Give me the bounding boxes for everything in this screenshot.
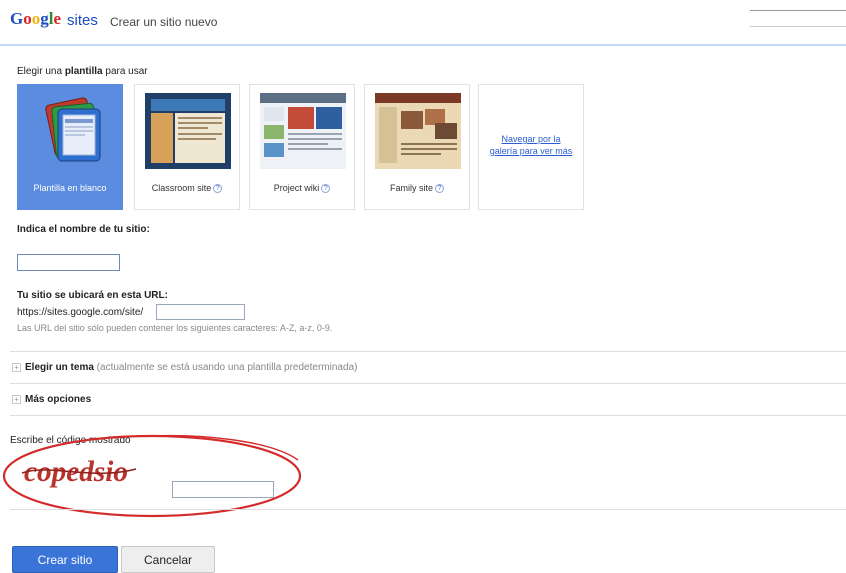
- site-url-hint: Las URL del sitio sólo pueden contener l…: [17, 323, 333, 333]
- template-family-site-text: Family site: [389, 183, 433, 193]
- template-heading: Elegir una plantilla para usar: [17, 66, 148, 77]
- template-family-site-label: Family site?: [365, 183, 469, 193]
- template-classroom-text: Classroom site: [151, 183, 212, 193]
- sites-logo-text: sites: [67, 12, 98, 29]
- top-header: Google sites Crear un sitio nuevo: [0, 0, 846, 46]
- header-search-box[interactable]: [750, 10, 846, 27]
- template-heading-bold: plantilla: [64, 66, 103, 77]
- classroom-thumbnail: [145, 93, 231, 169]
- template-project-wiki-text: Project wiki: [273, 183, 320, 193]
- site-name-label: Indica el nombre de tu sitio:: [17, 224, 150, 235]
- template-blank-label: Plantilla en blanco: [33, 183, 107, 193]
- section-divider: [10, 415, 846, 416]
- template-project-wiki-label: Project wiki?: [250, 183, 354, 193]
- project-wiki-thumbnail: [260, 93, 346, 169]
- expand-plus-icon: +: [12, 395, 21, 404]
- site-url-input[interactable]: [156, 304, 245, 320]
- help-icon[interactable]: ?: [213, 184, 223, 193]
- site-url-label: Tu sitio se ubicará en esta URL:: [17, 290, 168, 301]
- template-classroom[interactable]: Classroom site?: [134, 84, 240, 210]
- browse-gallery-link[interactable]: Navegar por la galería para ver más: [487, 133, 575, 157]
- help-icon[interactable]: ?: [321, 184, 331, 193]
- choose-theme-note: (actualmente se está usando una plantill…: [93, 362, 358, 373]
- choose-theme-toggle[interactable]: + Elegir un tema (actualmente se está usa…: [12, 362, 357, 373]
- site-name-label-suffix: de tu sitio:: [96, 224, 150, 235]
- help-icon[interactable]: ?: [435, 184, 444, 193]
- choose-theme-title: Elegir un tema: [25, 362, 94, 373]
- site-url-prefix: https://sites.google.com/site/: [17, 307, 144, 318]
- more-options-toggle[interactable]: + Más opciones: [12, 394, 91, 405]
- site-name-label-prefix: Indica el: [17, 224, 60, 235]
- template-heading-suffix: para usar: [102, 66, 148, 77]
- template-heading-prefix: Elegir una: [17, 66, 65, 77]
- section-divider: [10, 509, 846, 510]
- expand-plus-icon: +: [12, 363, 21, 372]
- create-site-button[interactable]: Crear sitio: [12, 546, 118, 573]
- more-options-title: Más opciones: [25, 394, 92, 405]
- family-site-thumbnail: [375, 93, 461, 169]
- site-name-label-bold: nombre: [59, 224, 97, 235]
- page-title: Crear un sitio nuevo: [110, 15, 218, 29]
- template-classroom-label: Classroom site?: [135, 183, 239, 193]
- section-divider: [10, 383, 846, 384]
- google-logo[interactable]: Google: [10, 9, 61, 29]
- section-divider: [10, 351, 846, 352]
- template-blank[interactable]: Plantilla en blanco: [17, 84, 123, 210]
- template-family-site[interactable]: Family site?: [364, 84, 470, 210]
- site-name-input[interactable]: [17, 254, 120, 271]
- cancel-button[interactable]: Cancelar: [121, 546, 215, 573]
- blank-template-icon: [45, 97, 101, 162]
- template-gallery-card: Navegar por la galería para ver más: [478, 84, 584, 210]
- template-project-wiki[interactable]: Project wiki?: [249, 84, 355, 210]
